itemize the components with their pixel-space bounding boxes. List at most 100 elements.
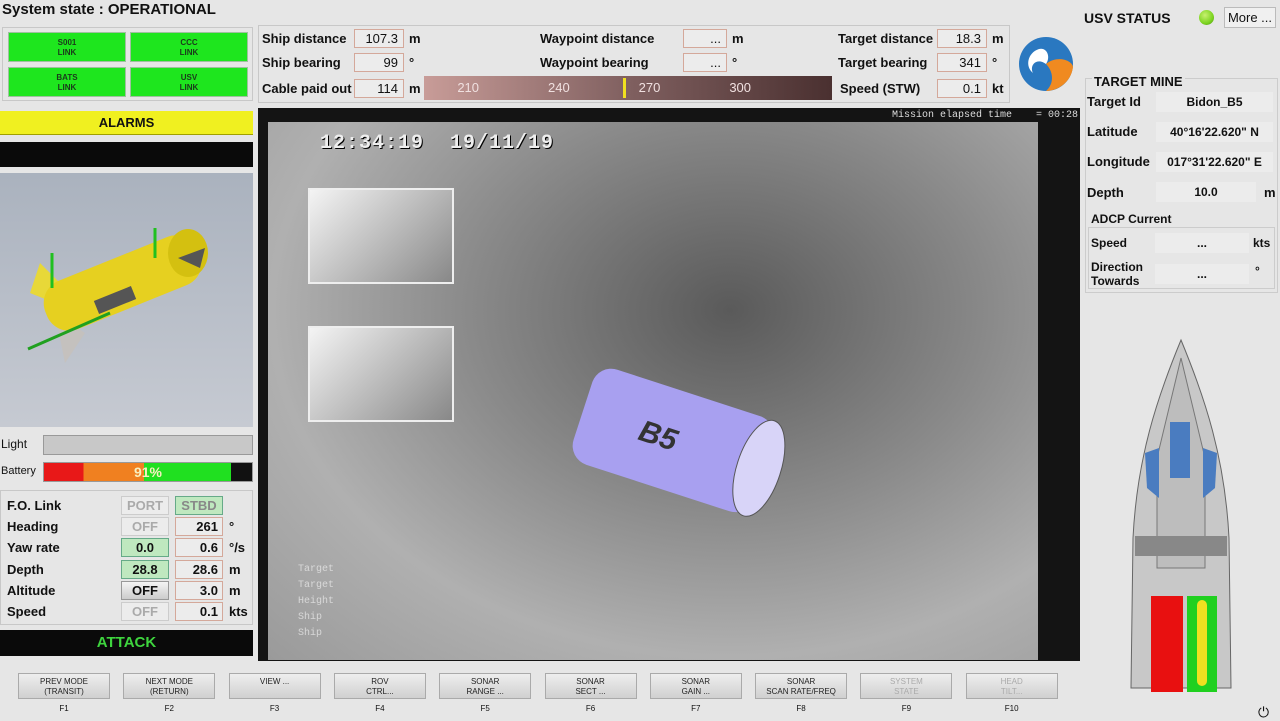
function-key-f9[interactable]: SYSTEM STATE (860, 673, 953, 699)
overlay-line: Height (298, 596, 335, 607)
row-label: Speed (7, 604, 47, 620)
function-key-f5[interactable]: SONAR RANGE ... (439, 673, 532, 699)
adcp-direction-label: Direction Towards (1091, 260, 1144, 288)
fkey-shortcut: F5 (480, 704, 490, 713)
unit: m (992, 31, 1004, 46)
video-thumbnail[interactable] (308, 326, 454, 422)
function-key-f4[interactable]: ROV CTRL... (333, 673, 426, 699)
function-key-f7[interactable]: SONAR GAIN ... (649, 673, 742, 699)
usv-boat-diagram (1130, 338, 1232, 692)
fkey-label: SONAR (470, 677, 500, 686)
row-label: Depth (7, 561, 44, 577)
longitude-label: Longitude (1087, 154, 1150, 169)
link-label: LINK (57, 83, 77, 92)
fkey-label: HEAD (1000, 677, 1023, 686)
stbd-button[interactable]: STBD (175, 496, 223, 515)
fkey-label: SECT ... (575, 687, 606, 696)
function-key-f1[interactable]: PREV MODE (TRANSIT) (18, 673, 110, 699)
rov-3d-view (0, 173, 253, 427)
camera-video-feed[interactable]: Mission elapsed time = 00:28 12:34:19 19… (258, 108, 1080, 661)
function-key-f8[interactable]: SONAR SCAN RATE/FREQ (755, 673, 848, 699)
function-key-f2[interactable]: NEXT MODE (RETURN) (123, 673, 216, 699)
link-usv[interactable]: USV LINK (130, 67, 248, 97)
fkey-shortcut: F7 (691, 704, 701, 713)
more-button[interactable]: More ... (1224, 7, 1276, 28)
target-bearing-label: Target bearing (838, 55, 928, 70)
rov-model-icon (27, 228, 208, 363)
cable-label: Cable paid out (262, 81, 352, 96)
target-mine-title: TARGET MINE (1092, 74, 1185, 89)
mode-toggle[interactable]: OFF (121, 517, 169, 536)
link-label: LINK (179, 83, 199, 92)
power-icon[interactable]: ⏻ (1258, 704, 1269, 721)
target-id-value: Bidon_B5 (1156, 92, 1273, 112)
compass-tick-label: 240 (548, 80, 570, 95)
latitude-value: 40°16'22.620" N (1156, 122, 1273, 142)
mission-elapsed-time: Mission elapsed time = 00:28 (891, 110, 1078, 121)
heading-compass-tape: 210 240 270 300 (424, 76, 832, 100)
video-timestamp: 12:34:19 19/11/19 (320, 132, 555, 155)
adcp-direction-value: ... (1155, 264, 1249, 284)
video-thumbnail[interactable] (308, 188, 454, 284)
fkey-label: TILT... (1000, 687, 1023, 696)
function-key-f6[interactable]: SONAR SECT ... (544, 673, 637, 699)
adcp-title: ADCP Current (1091, 212, 1172, 226)
vehicle-row: Speed OFF 0.1 kts (7, 602, 252, 622)
fkey-label: (RETURN) (149, 687, 189, 696)
vehicle-row: Depth 28.8 28.6 m (7, 559, 252, 580)
longitude-value: 017°31'22.620" E (1156, 152, 1273, 172)
link-bats[interactable]: BATS LINK (8, 67, 126, 97)
link-label: LINK (57, 48, 77, 57)
company-logo-icon (1019, 37, 1073, 91)
depth-label: Depth (1087, 185, 1124, 200)
link-s001[interactable]: S001 LINK (8, 32, 126, 62)
adcp-speed-value: ... (1155, 233, 1249, 253)
depth-value: 10.0 (1156, 182, 1256, 202)
fkey-label: SONAR (576, 677, 605, 686)
mode-toggle[interactable]: 0.0 (121, 538, 169, 558)
row-label: F.O. Link (7, 498, 62, 513)
port-button[interactable]: PORT (121, 496, 169, 515)
ship-distance-label: Ship distance (262, 31, 347, 46)
unit: m (229, 582, 241, 598)
usv-status-indicator (1199, 10, 1214, 25)
overlay-line: Target (298, 564, 335, 575)
attack-button[interactable]: ATTACK (0, 630, 253, 656)
fkey-shortcut: F8 (796, 704, 806, 713)
fkey-shortcut: F6 (585, 704, 596, 713)
row-value: 28.6 (175, 559, 223, 579)
target-mine-panel: TARGET MINE Target Id Bidon_B5 Latitude … (1085, 74, 1278, 293)
fo-link-row: F.O. Link PORT STBD (7, 496, 252, 516)
fkey-label: SYSTEM (889, 677, 923, 686)
alarms-button[interactable]: ALARMS (0, 111, 253, 135)
unit: ° (1255, 264, 1260, 278)
mode-toggle[interactable]: OFF (121, 602, 169, 622)
row-value: 0.6 (175, 538, 223, 558)
fkey-label: CTRL... (366, 687, 394, 696)
fkey-shortcut: F3 (269, 704, 280, 713)
vehicle-row: Altitude OFF 3.0 m (7, 580, 252, 601)
speed-label: Speed (STW) (840, 81, 921, 96)
link-label: BATS (56, 73, 78, 82)
unit: m (409, 81, 421, 96)
function-key-f10[interactable]: HEAD TILT... (965, 673, 1058, 699)
latitude-label: Latitude (1087, 124, 1138, 139)
mode-toggle[interactable]: OFF (121, 580, 169, 600)
function-key-f3[interactable]: VIEW ... (228, 673, 321, 699)
ship-bearing-label: Ship bearing (262, 55, 341, 70)
compass-tick-label: 210 (457, 80, 480, 95)
compass-tick-label: 270 (638, 80, 661, 95)
fkey-label: RANGE ... (466, 687, 504, 696)
vehicle-status-table: F.O. Link PORT STBD Heading OFF 261 ° Ya… (0, 490, 253, 625)
mode-toggle[interactable]: 28.8 (121, 559, 169, 579)
vehicle-row: Heading OFF 261 ° (7, 517, 252, 537)
adcp-panel: Speed ... kts Direction Towards ... ° (1088, 227, 1275, 289)
light-bar (43, 435, 253, 455)
waypoint-distance-value: ... (683, 29, 727, 48)
row-value: 0.1 (175, 602, 223, 622)
ship-distance-value: 107.3 (354, 29, 404, 48)
waypoint-bearing-label: Waypoint bearing (540, 55, 649, 70)
heading-marker (623, 78, 627, 98)
link-ccc[interactable]: CCC LINK (130, 32, 248, 62)
target-id-label: Target Id (1087, 94, 1141, 109)
